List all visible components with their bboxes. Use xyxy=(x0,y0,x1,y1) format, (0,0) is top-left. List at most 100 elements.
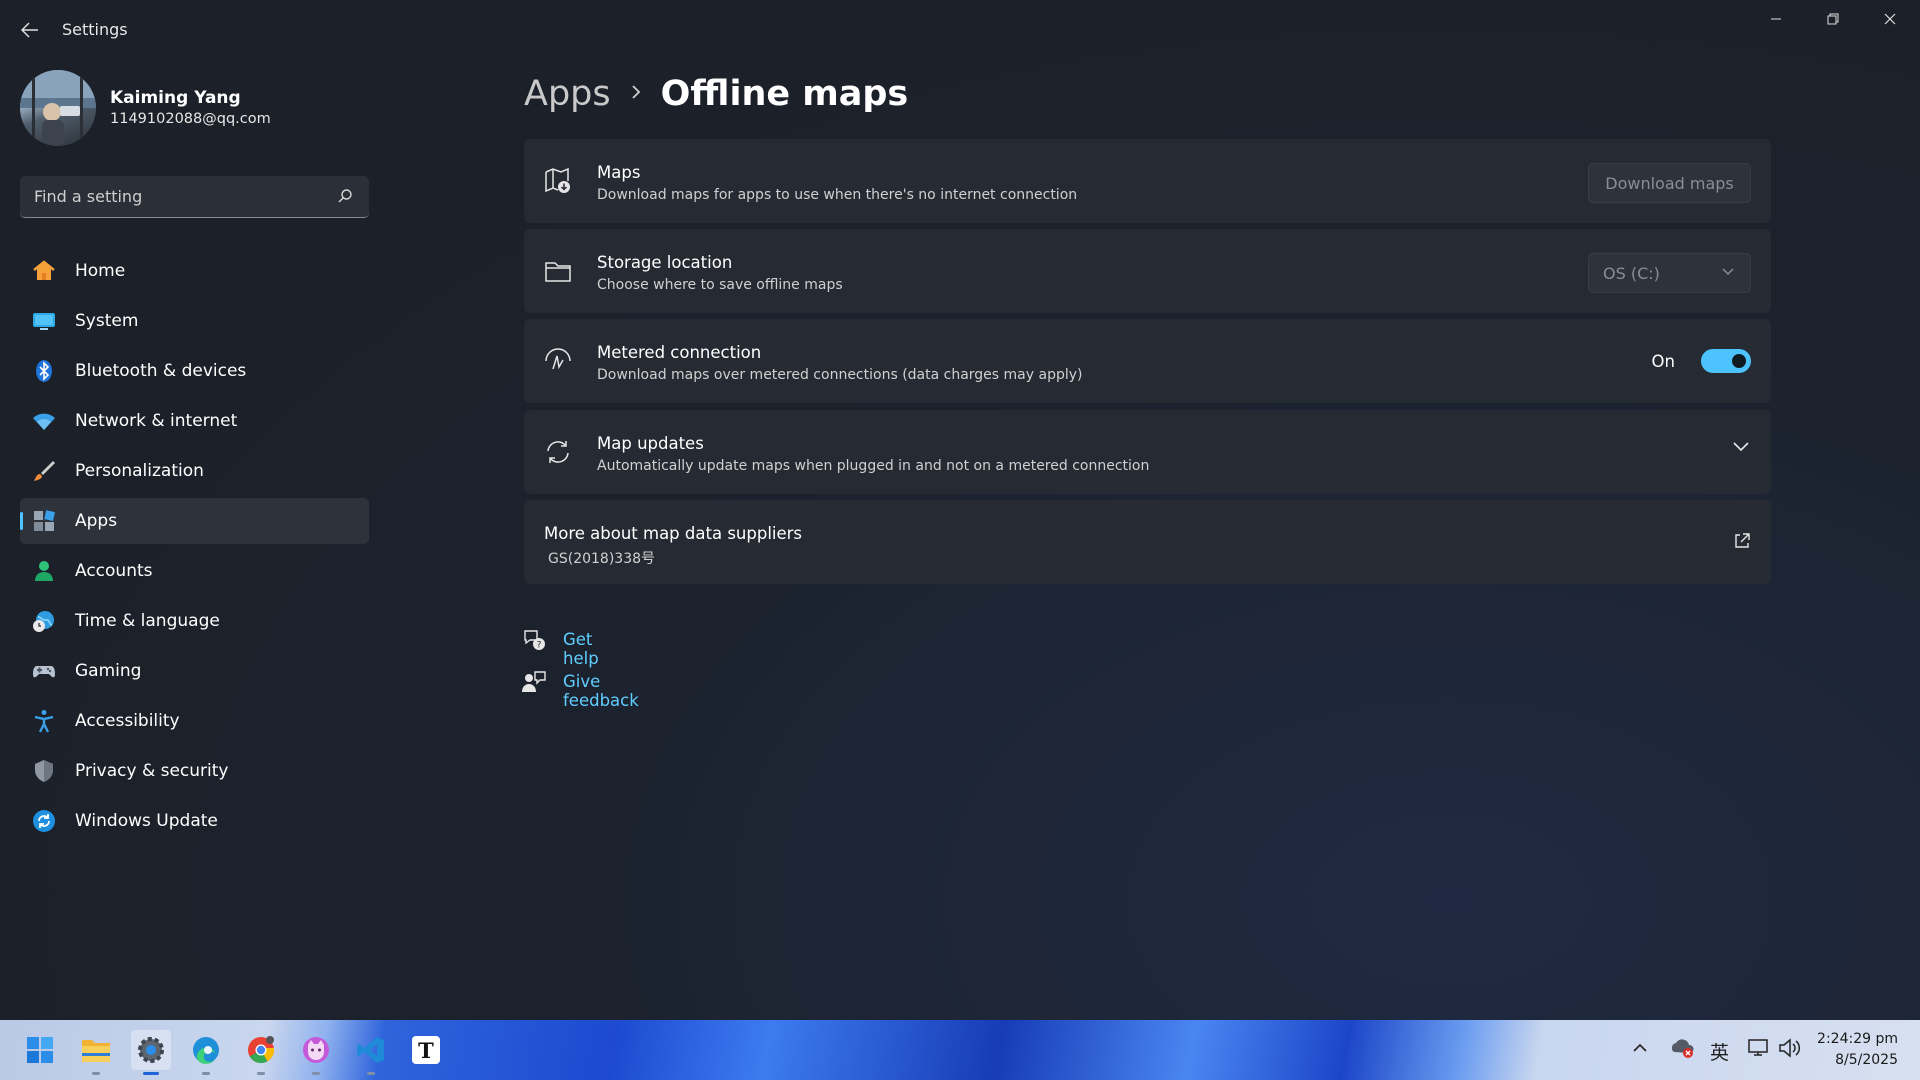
minimize-icon xyxy=(1771,18,1781,20)
storage-location-dropdown[interactable]: OS (C:) xyxy=(1588,253,1751,293)
network-icon[interactable] xyxy=(1748,1038,1770,1058)
feedback-icon xyxy=(522,671,546,692)
running-indicator xyxy=(367,1072,375,1075)
user-name: Kaiming Yang xyxy=(110,88,241,108)
toggle-knob xyxy=(1732,354,1746,368)
sidebar-item-time-language[interactable]: Time & language xyxy=(20,598,369,644)
toggle-state-label: On xyxy=(1651,352,1675,371)
clock-date: 8/5/2025 xyxy=(1835,1052,1898,1068)
globe-clock-icon xyxy=(32,609,56,633)
clock-time: 2:24:29 pm xyxy=(1817,1031,1898,1047)
maps-description: Download maps for apps to use when there… xyxy=(597,187,1078,203)
sidebar-item-label: Gaming xyxy=(75,661,142,681)
sidebar-item-network[interactable]: Network & internet xyxy=(20,398,369,444)
wifi-icon xyxy=(32,409,56,433)
taskbar-vscode[interactable] xyxy=(351,1030,391,1075)
taskbar-edge[interactable] xyxy=(186,1030,226,1075)
sidebar-item-label: Privacy & security xyxy=(75,761,229,781)
sidebar-item-label: Apps xyxy=(75,511,118,531)
user-profile[interactable]: Kaiming Yang 1149102088@qq.com xyxy=(20,70,380,146)
search-box[interactable] xyxy=(20,176,369,218)
search-input[interactable] xyxy=(20,176,320,216)
person-icon xyxy=(32,559,56,583)
system-icon xyxy=(32,309,56,333)
metered-connection-icon xyxy=(544,347,572,375)
shield-icon xyxy=(32,759,56,783)
sidebar-item-privacy[interactable]: Privacy & security xyxy=(20,748,369,794)
taskbar-settings[interactable] xyxy=(131,1030,171,1075)
sidebar-item-windows-update[interactable]: Windows Update xyxy=(20,798,369,844)
map-data-suppliers-link[interactable]: More about map data suppliers GS(2018)33… xyxy=(524,500,1771,584)
folder-icon xyxy=(544,257,572,285)
user-email: 1149102088@qq.com xyxy=(110,111,271,127)
edge-icon xyxy=(193,1037,219,1064)
svg-text:T: T xyxy=(418,1038,434,1063)
sidebar-item-home[interactable]: Home xyxy=(20,248,369,294)
taskbar-chrome[interactable] xyxy=(241,1030,281,1075)
sidebar-item-accounts[interactable]: Accounts xyxy=(20,548,369,594)
map-data-suppliers-title: More about map data suppliers xyxy=(544,524,803,543)
running-indicator xyxy=(312,1072,320,1075)
typora-icon: T xyxy=(412,1036,440,1064)
sidebar-item-label: Windows Update xyxy=(75,811,218,831)
brush-icon xyxy=(32,459,56,483)
minimize-button[interactable] xyxy=(1756,6,1796,32)
sidebar-item-label: Network & internet xyxy=(75,411,238,431)
maps-card: Maps Download maps for apps to use when … xyxy=(524,139,1771,223)
svg-text:?: ? xyxy=(537,641,542,651)
maps-title: Maps xyxy=(597,163,641,182)
onedrive-error-icon[interactable] xyxy=(1670,1036,1696,1060)
sidebar-nav: Home System Bluetooth & devices Network … xyxy=(20,248,369,848)
map-updates-card[interactable]: Map updates Automatically update maps wh… xyxy=(524,410,1771,494)
sidebar-item-label: Accessibility xyxy=(75,711,180,731)
vscode-icon xyxy=(357,1037,384,1063)
breadcrumb-apps-link[interactable]: Apps xyxy=(524,74,611,114)
sidebar-item-accessibility[interactable]: Accessibility xyxy=(20,698,369,744)
gamepad-icon xyxy=(32,659,56,683)
storage-location-description: Choose where to save offline maps xyxy=(597,277,843,293)
taskbar-cat-app[interactable] xyxy=(296,1030,336,1075)
get-help-label: Get help xyxy=(563,630,599,668)
cat-app-icon xyxy=(303,1037,329,1063)
sidebar-item-bluetooth[interactable]: Bluetooth & devices xyxy=(20,348,369,394)
back-arrow-icon xyxy=(21,22,38,38)
sidebar-item-gaming[interactable]: Gaming xyxy=(20,648,369,694)
bluetooth-icon xyxy=(32,359,56,383)
close-button[interactable] xyxy=(1870,6,1910,32)
restore-button[interactable] xyxy=(1813,6,1853,32)
search-icon[interactable] xyxy=(337,188,353,204)
settings-icon xyxy=(138,1037,164,1063)
volume-icon[interactable] xyxy=(1778,1037,1802,1059)
update-icon xyxy=(32,809,56,833)
avatar xyxy=(20,70,96,146)
system-clock[interactable]: 2:24:29 pm 8/5/2025 xyxy=(1817,1029,1898,1071)
back-button[interactable] xyxy=(18,18,42,42)
download-maps-button[interactable]: Download maps xyxy=(1588,163,1751,203)
open-external-icon xyxy=(1735,533,1750,548)
map-download-icon xyxy=(544,167,572,195)
chevron-right-icon xyxy=(631,84,641,104)
title-bar: Settings xyxy=(0,0,1920,60)
metered-connection-description: Download maps over metered connections (… xyxy=(597,367,1083,383)
give-feedback-label: Give feedback xyxy=(563,672,639,710)
taskbar-file-explorer[interactable] xyxy=(76,1030,116,1075)
chevron-down-icon[interactable] xyxy=(1733,442,1749,452)
sidebar-item-system[interactable]: System xyxy=(20,298,369,344)
chevron-down-icon xyxy=(1722,268,1734,276)
start-button[interactable] xyxy=(20,1030,60,1070)
running-indicator xyxy=(202,1072,210,1075)
app-title: Settings xyxy=(62,20,128,39)
taskbar-typora[interactable]: T xyxy=(406,1030,446,1070)
breadcrumb: Apps Offline maps xyxy=(524,70,908,118)
metered-connection-toggle[interactable] xyxy=(1701,349,1751,373)
show-hidden-icons-chevron-icon[interactable] xyxy=(1632,1038,1648,1058)
sidebar-item-personalization[interactable]: Personalization xyxy=(20,448,369,494)
sidebar-item-label: Personalization xyxy=(75,461,204,481)
map-updates-description: Automatically update maps when plugged i… xyxy=(597,458,1150,474)
map-data-suppliers-code: GS(2018)338号 xyxy=(548,551,656,567)
ime-indicator[interactable]: 英 xyxy=(1710,1038,1729,1065)
restore-icon xyxy=(1827,13,1839,25)
start-icon xyxy=(27,1037,53,1063)
metered-connection-card: Metered connection Download maps over me… xyxy=(524,319,1771,403)
sidebar-item-apps[interactable]: Apps xyxy=(20,498,369,544)
